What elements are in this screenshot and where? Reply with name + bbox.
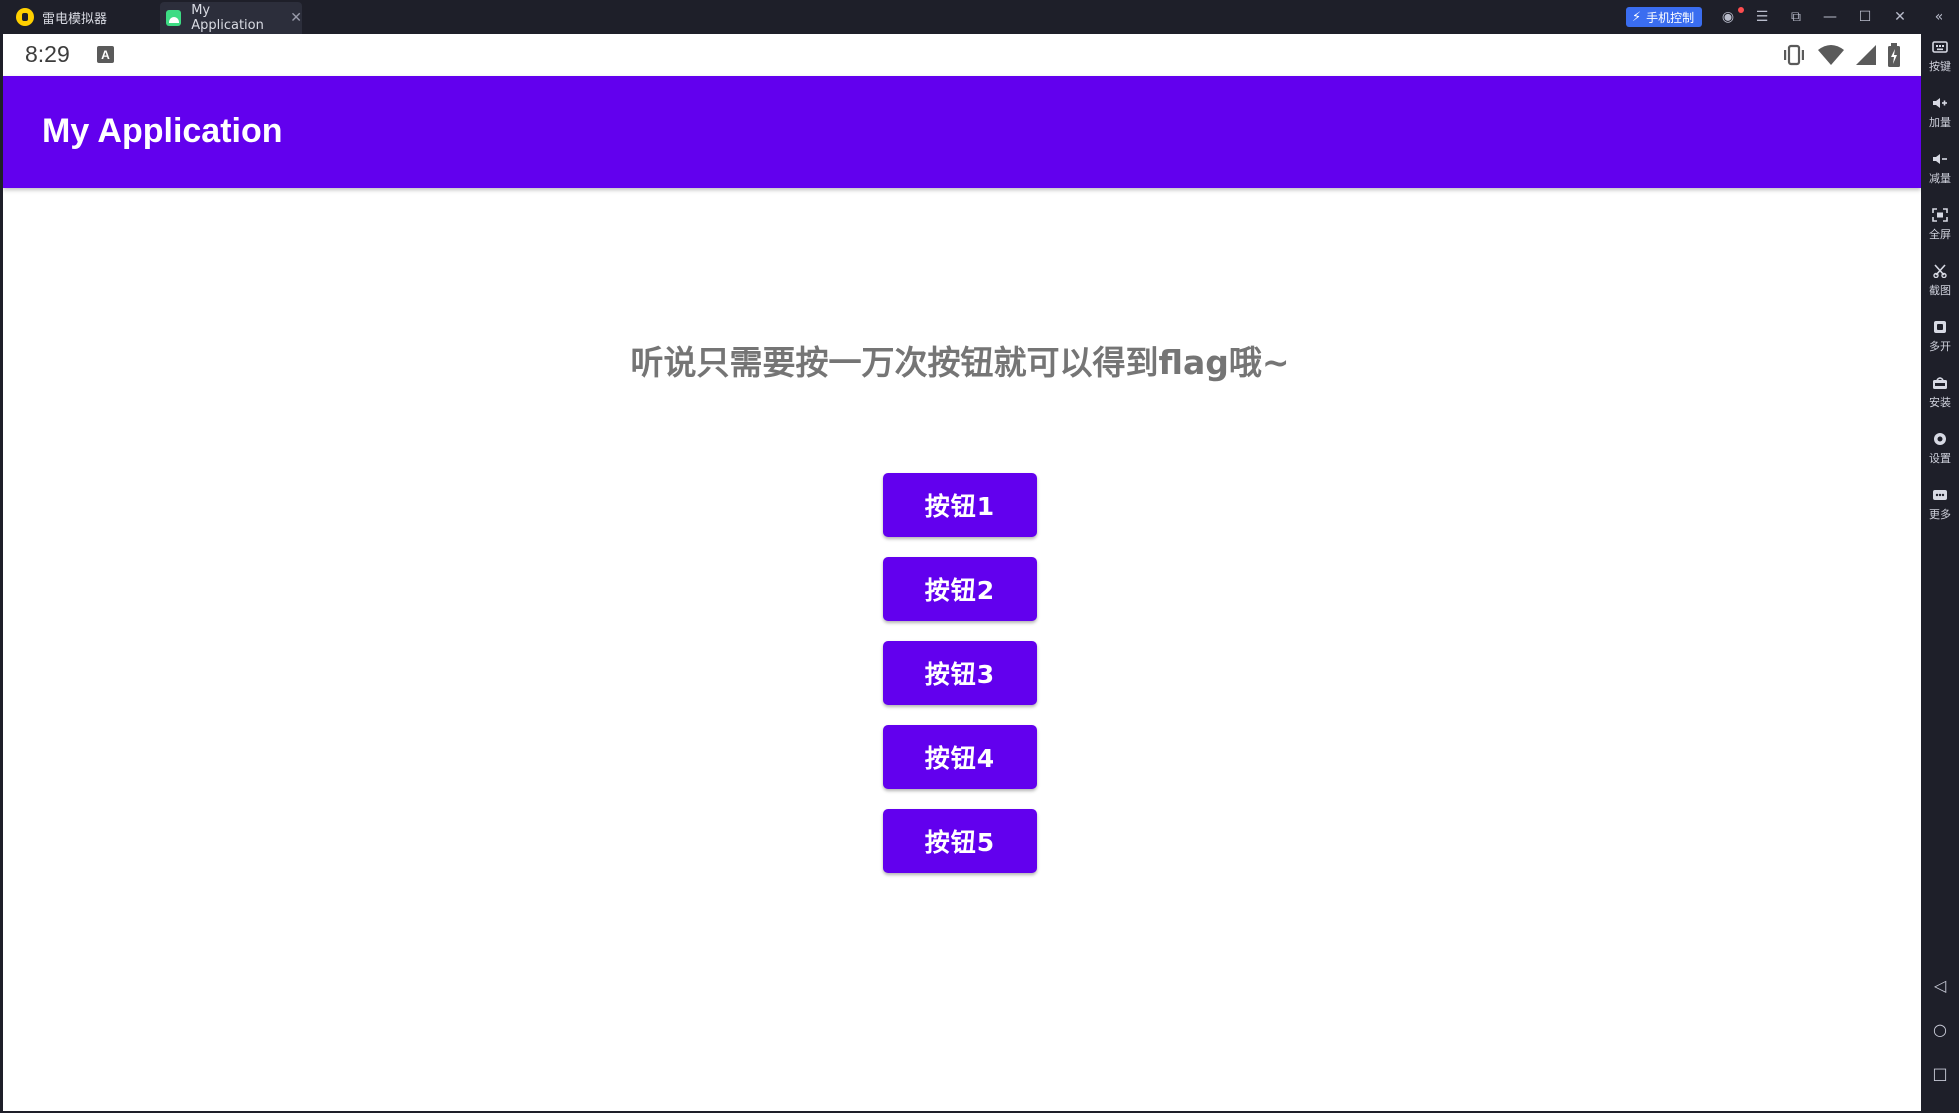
nav-recents-icon[interactable]: □	[1921, 1064, 1959, 1083]
small-window-icon[interactable]: ⧉	[1786, 7, 1806, 27]
phone-control-label: 手机控制	[1646, 10, 1695, 25]
toolbar-volume-up[interactable]: 加量	[1921, 96, 1959, 130]
toolbar-multi-instance-label: 多开	[1929, 340, 1951, 353]
gear-icon	[1934, 433, 1946, 445]
emulator-tab[interactable]: 雷电模拟器	[0, 0, 158, 34]
scissors-icon	[1933, 264, 1947, 278]
minimize-icon[interactable]: —	[1820, 7, 1840, 27]
emulator-title-bar: 雷电模拟器 My Application ✕ ⚡ 手机控制 ◉ ☰ ⧉ — ☐ …	[0, 0, 1959, 34]
button-3[interactable]: 按钮3	[883, 641, 1037, 705]
app-tab[interactable]: My Application ✕	[160, 2, 302, 34]
phone-screen: 8:29 A My Application 听说只需要按一万次按钮就可以得到fl…	[3, 34, 1921, 1111]
cell-signal-icon	[1856, 45, 1876, 65]
account-icon[interactable]: ◉	[1718, 7, 1738, 27]
battery-charging-icon	[1888, 43, 1900, 67]
emulator-tab-label: 雷电模拟器	[42, 11, 108, 27]
keyboard-icon	[1932, 41, 1948, 53]
nav-home-icon[interactable]: ○	[1921, 1020, 1959, 1039]
lightning-icon: ⚡	[1632, 9, 1642, 25]
emulator-toolbar: 按键 加量 减量 全屏 截图 多开 安装 设置 更多 ◁ ○ □	[1921, 34, 1959, 1113]
button-2[interactable]: 按钮2	[883, 557, 1037, 621]
toolbar-volume-down[interactable]: 减量	[1921, 152, 1959, 186]
vibrate-icon	[1784, 44, 1804, 66]
volume-down-icon	[1933, 154, 1947, 164]
wifi-icon	[1818, 45, 1844, 65]
system-icons	[1781, 43, 1901, 67]
toolbar-screenshot[interactable]: 截图	[1921, 264, 1959, 298]
toolbar-settings-label: 设置	[1929, 452, 1951, 465]
status-clock: 8:29	[25, 41, 70, 67]
toolbar-keymap[interactable]: 按键	[1921, 40, 1959, 74]
multi-instance-icon	[1934, 321, 1946, 333]
notification-a-icon: A	[97, 46, 114, 63]
nav-back-icon[interactable]: ◁	[1921, 976, 1959, 995]
maximize-icon[interactable]: ☐	[1855, 7, 1875, 27]
close-tab-icon[interactable]: ✕	[290, 10, 302, 26]
menu-icon[interactable]: ☰	[1752, 7, 1772, 27]
close-window-icon[interactable]: ✕	[1890, 7, 1910, 27]
collapse-sidebar-icon[interactable]: «	[1929, 7, 1949, 27]
toolbar-fullscreen[interactable]: 全屏	[1921, 208, 1959, 242]
toolbar-settings[interactable]: 设置	[1921, 432, 1959, 466]
toolbar-fullscreen-label: 全屏	[1929, 228, 1951, 241]
toolbar-multi-instance[interactable]: 多开	[1921, 320, 1959, 354]
apk-install-icon	[1933, 377, 1947, 389]
toolbar-volume-up-label: 加量	[1929, 116, 1951, 129]
fullscreen-icon	[1932, 208, 1948, 222]
status-bar: 8:29 A	[3, 34, 1921, 76]
headline-text: 听说只需要按一万次按钮就可以得到flag哦~	[630, 343, 1290, 382]
phone-control-button[interactable]: ⚡ 手机控制	[1626, 7, 1703, 27]
toolbar-screenshot-label: 截图	[1929, 284, 1951, 297]
toolbar-install[interactable]: 安装	[1921, 376, 1959, 410]
toolbar-more-label: 更多	[1929, 508, 1951, 521]
toolbar-volume-down-label: 减量	[1929, 172, 1951, 185]
toolbar-keymap-label: 按键	[1929, 60, 1951, 73]
ldplayer-logo-icon	[16, 8, 34, 26]
button-1[interactable]: 按钮1	[883, 473, 1037, 537]
app-tab-label: My Application	[191, 3, 264, 33]
toolbar-install-label: 安装	[1929, 396, 1951, 409]
notification-dot	[1738, 7, 1744, 13]
volume-up-icon	[1933, 98, 1947, 108]
button-4[interactable]: 按钮4	[883, 725, 1037, 789]
android-app-icon	[166, 10, 182, 26]
app-title: My Application	[42, 112, 283, 150]
button-5[interactable]: 按钮5	[883, 809, 1037, 873]
app-bar: My Application	[3, 76, 1921, 188]
more-icon	[1933, 490, 1947, 500]
toolbar-more[interactable]: 更多	[1921, 488, 1959, 522]
